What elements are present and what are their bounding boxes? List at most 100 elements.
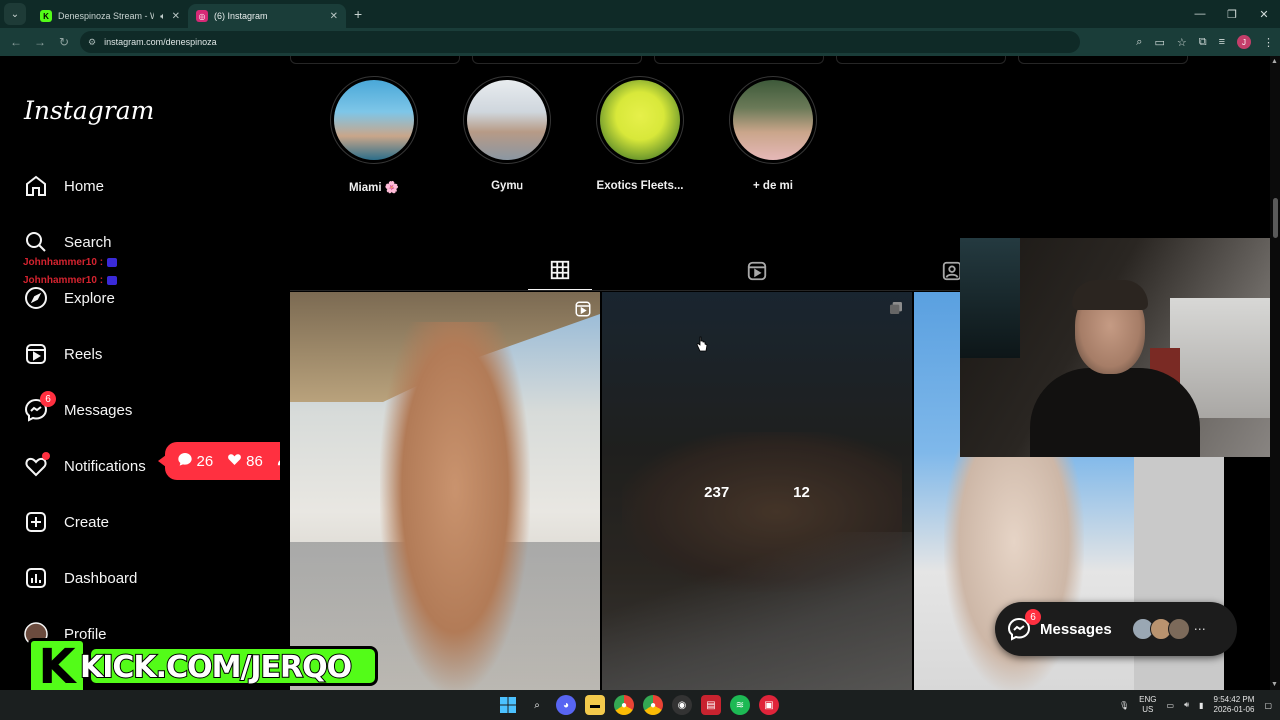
taskbar-search-icon[interactable]: ⌕ (527, 695, 547, 715)
back-icon[interactable]: ← (4, 35, 28, 49)
clock-date: 2026-01-06 (1213, 705, 1255, 714)
tab-reels[interactable] (725, 256, 789, 290)
extensions-icon[interactable]: ⧉ (1199, 36, 1207, 49)
nav-label: Dashboard (64, 569, 138, 587)
volume-icon[interactable]: 🔊︎ (1184, 700, 1189, 710)
scroll-down-icon[interactable]: ▼ (1271, 681, 1278, 688)
tab-posts[interactable] (528, 256, 592, 290)
address-toolbar: ← → ↻ ⚙ instagram.com/denespinoza ⌕ ▭ ☆ … (0, 28, 1280, 56)
scroll-thumb[interactable] (1273, 198, 1278, 238)
chat-separator: : (99, 257, 104, 268)
windows-start-icon[interactable] (498, 695, 518, 715)
kick-watermark: K KICK.COM/JERQO (28, 638, 378, 696)
messages-label: Messages (1040, 620, 1112, 638)
scroll-up-icon[interactable]: ▲ (1271, 58, 1278, 65)
nav-dashboard[interactable]: Dashboard (24, 566, 137, 590)
discord-icon[interactable]: ◕ (556, 695, 576, 715)
close-tab-icon[interactable]: ✕ (172, 11, 180, 22)
highlight-item[interactable]: Exotics Fleets... (596, 76, 684, 194)
nav-search[interactable]: Search (24, 230, 112, 254)
browser-tab-kick[interactable]: K Denespinoza Stream - Watc 🔈︎ ✕ (32, 4, 188, 28)
page-scrollbar[interactable]: ▲ ▼ (1270, 56, 1280, 690)
streamlabs-icon[interactable]: ▣ (759, 695, 779, 715)
cast-icon[interactable]: ▭ (1154, 36, 1164, 49)
close-tab-icon[interactable]: ✕ (330, 11, 338, 22)
highlight-item[interactable]: Gymᥙ (463, 76, 551, 194)
chat-separator: : (99, 275, 104, 286)
speaker-icon[interactable]: 🔈︎ (160, 11, 165, 22)
avatar (1167, 618, 1190, 640)
recent-chat-avatars (1131, 618, 1190, 640)
browser-menu-icon[interactable]: ⋮ (1263, 36, 1274, 49)
nav-label: Messages (64, 401, 133, 419)
messages-badge: 6 (40, 391, 56, 407)
stream-tool-icon[interactable]: ▤ (701, 695, 721, 715)
chrome-profile-icon[interactable]: ● (643, 695, 663, 715)
messages-floating-button[interactable]: 6 Messages ⋯ (995, 602, 1237, 656)
forward-icon[interactable]: → (28, 35, 52, 49)
highlight-label: Exotics Fleets... (596, 180, 684, 192)
new-tab-icon[interactable]: + (354, 6, 362, 22)
nav-notifications[interactable]: Notifications (24, 452, 146, 478)
profile-avatar-icon[interactable]: J (1237, 35, 1251, 49)
highlight-cover (334, 80, 414, 160)
search-icon (24, 230, 48, 254)
file-explorer-icon[interactable]: ▬ (585, 695, 605, 715)
highlight-label: Miami 🌸 (348, 182, 400, 194)
spotify-icon[interactable]: ≋ (730, 695, 750, 715)
chat-username: Johnhammer10 (23, 275, 97, 286)
nav-explore[interactable]: Explore (24, 286, 115, 310)
plus-square-icon (24, 510, 48, 534)
system-clock[interactable]: 9:54:42 PM 2026-01-06 (1214, 695, 1255, 715)
obs-icon[interactable]: ◉ (672, 695, 692, 715)
browser-tab-instagram[interactable]: ◎ (6) Instagram ✕ (188, 4, 346, 28)
highlight-item[interactable]: + de mi (729, 76, 817, 194)
instagram-logo[interactable]: Instagram (24, 96, 154, 125)
zoom-icon[interactable]: ⌕ (1136, 36, 1142, 49)
nav-reels[interactable]: Reels (24, 342, 102, 366)
nav-label: Explore (64, 289, 115, 307)
tab-search-icon[interactable]: ⌄ (4, 3, 26, 25)
highlight-label: Gymᥙ (491, 180, 523, 192)
battery-icon[interactable]: ▮ (1199, 701, 1203, 710)
grid-icon (549, 259, 571, 286)
instagram-sidebar: Instagram Home Search Johnhammer10 : Joh… (0, 56, 323, 690)
chart-icon (24, 566, 48, 590)
url-bar[interactable]: ⚙ instagram.com/denespinoza (80, 31, 1080, 53)
microphone-icon[interactable]: 🎙︎ (1119, 701, 1129, 710)
story-highlights: Miami 🌸 Gymᥙ Exotics Fleets... + de mi (330, 76, 817, 194)
post-tile[interactable] (290, 292, 600, 690)
restore-icon[interactable]: ❐ (1216, 8, 1248, 21)
heart-filled-icon (226, 451, 243, 471)
post-likes-count: 237 (704, 483, 730, 501)
language-indicator[interactable]: ENG US (1139, 695, 1156, 715)
notification-center-icon[interactable]: ▢ (1264, 701, 1272, 710)
reels-icon (746, 260, 768, 287)
comment-icon (177, 451, 193, 471)
highlight-item[interactable]: Miami 🌸 (330, 76, 418, 194)
minimize-icon[interactable]: — (1184, 8, 1216, 20)
nav-label: Notifications (64, 457, 146, 475)
nav-messages[interactable]: 6 Messages (24, 391, 133, 422)
post-hover-stats: 237 12 (602, 292, 912, 690)
network-icon[interactable]: ▭ (1167, 701, 1175, 710)
post-tile[interactable]: 237 12 (602, 292, 912, 690)
highlight-cover (733, 80, 813, 160)
nav-label: Home (64, 177, 105, 195)
close-window-icon[interactable]: ✕ (1248, 8, 1280, 21)
chrome-icon[interactable]: ● (614, 695, 634, 715)
messenger-icon: 6 (24, 391, 56, 422)
highlight-cover (467, 80, 547, 160)
kick-logo-letter: K (28, 638, 86, 696)
bookmark-star-icon[interactable]: ☆ (1177, 36, 1187, 49)
highlight-cover (600, 80, 680, 160)
more-icon[interactable]: ⋯ (1194, 622, 1206, 636)
nav-create[interactable]: Create (24, 510, 109, 534)
window-controls: — ❐ ✕ (1184, 0, 1280, 28)
site-info-icon[interactable]: ⚙ (88, 37, 96, 48)
lang-top: ENG (1139, 695, 1157, 704)
nav-home[interactable]: Home (24, 174, 104, 198)
reload-icon[interactable]: ↻ (52, 35, 76, 49)
notification-dot (42, 452, 50, 460)
media-control-icon[interactable]: ≡ (1219, 36, 1225, 48)
